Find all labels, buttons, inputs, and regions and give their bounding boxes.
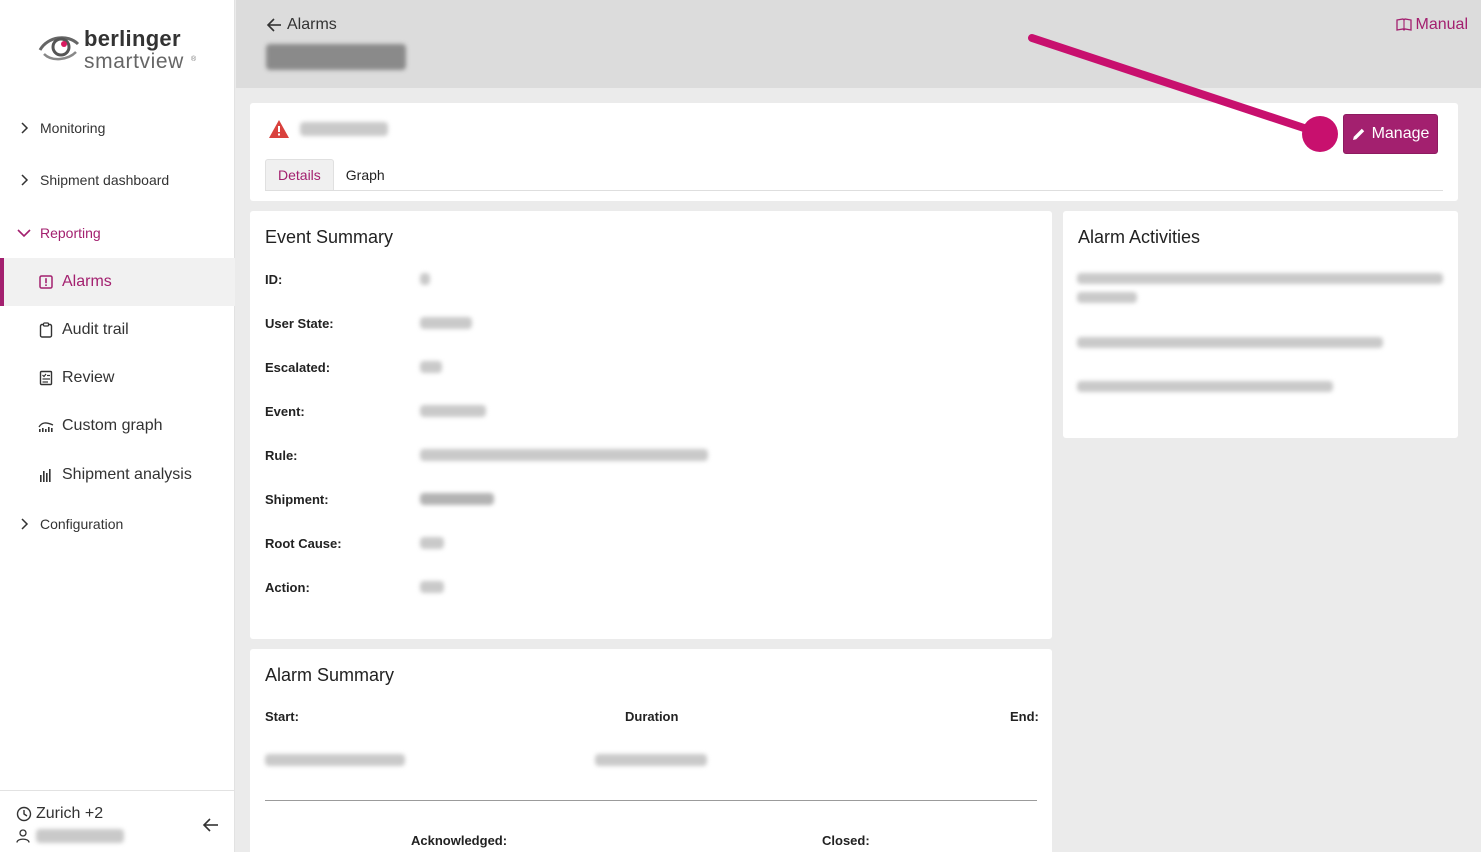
alarm-status-row bbox=[268, 119, 388, 139]
sidebar-item-label: Shipment analysis bbox=[62, 466, 192, 483]
brand-name-bottom: smartview bbox=[84, 50, 184, 73]
sidebar-item-custom-graph[interactable]: Custom graph bbox=[0, 402, 235, 450]
tab-details[interactable]: Details bbox=[265, 159, 334, 190]
activity-line-redacted bbox=[1077, 381, 1333, 392]
chevron-right-icon bbox=[17, 121, 31, 135]
sidebar-item-label: Audit trail bbox=[62, 321, 129, 338]
manage-button-label: Manage bbox=[1371, 125, 1430, 142]
arrow-left-icon bbox=[266, 18, 281, 32]
event-summary-title: Event Summary bbox=[265, 227, 394, 247]
review-checklist-icon bbox=[38, 370, 54, 386]
manual-link[interactable]: Manual bbox=[1395, 16, 1468, 34]
pencil-icon bbox=[1352, 128, 1364, 140]
back-to-alarms-link[interactable]: Alarms bbox=[266, 16, 337, 34]
duration-value-redacted bbox=[595, 754, 707, 766]
id-value-redacted bbox=[420, 273, 430, 285]
rule-label: Rule: bbox=[265, 448, 298, 463]
rule-value-redacted bbox=[420, 449, 708, 461]
back-link-label: Alarms bbox=[287, 16, 337, 33]
alarm-summary-card: Alarm Summary Start: Duration End: Ackno… bbox=[250, 649, 1052, 852]
activity-line-redacted bbox=[1077, 292, 1137, 303]
clipboard-icon bbox=[38, 322, 54, 338]
tab-graph[interactable]: Graph bbox=[334, 159, 397, 190]
closed-label: Closed: bbox=[822, 833, 870, 848]
user-menu[interactable] bbox=[16, 829, 124, 843]
nav-section-label: Shipment dashboard bbox=[40, 172, 170, 188]
chevron-right-icon bbox=[17, 517, 31, 531]
activity-line-redacted bbox=[1077, 337, 1383, 348]
action-value-redacted bbox=[420, 581, 444, 593]
chevron-right-icon bbox=[17, 173, 31, 187]
clock-icon bbox=[16, 806, 32, 822]
sidebar-item-alarms[interactable]: Alarms bbox=[0, 258, 235, 306]
sidebar-item-shipment-analysis[interactable]: Shipment analysis bbox=[0, 451, 235, 499]
start-value-redacted bbox=[265, 754, 405, 766]
start-label: Start: bbox=[265, 709, 299, 724]
id-label: ID: bbox=[265, 272, 283, 287]
manual-label: Manual bbox=[1415, 16, 1468, 33]
nav-section-shipment-dashboard[interactable]: Shipment dashboard bbox=[0, 165, 235, 195]
bar-chart-icon bbox=[38, 467, 54, 483]
page-title-redacted bbox=[266, 44, 406, 70]
collapse-sidebar-icon[interactable] bbox=[201, 815, 221, 835]
nav-section-monitoring[interactable]: Monitoring bbox=[0, 113, 235, 143]
brand-registered-mark: ® bbox=[191, 56, 197, 63]
alarm-activities-card: Alarm Activities bbox=[1063, 211, 1458, 438]
user-name-redacted bbox=[36, 829, 124, 843]
alarm-summary-divider bbox=[265, 800, 1037, 801]
alarm-overview-card: Manage Details Graph bbox=[250, 103, 1458, 201]
brand-name-top: berlinger bbox=[84, 26, 181, 51]
sidebar-item-review[interactable]: Review bbox=[0, 354, 235, 402]
sidebar-item-audit-trail[interactable]: Audit trail bbox=[0, 306, 235, 354]
nav-section-reporting[interactable]: Reporting bbox=[0, 218, 235, 248]
sidebar: berlinger smartview ® Monitoring Shipmen… bbox=[0, 0, 235, 852]
event-summary-card: Event Summary ID: User State: Escalated:… bbox=[250, 211, 1052, 639]
page-header: Alarms Manual bbox=[236, 0, 1481, 88]
nav-section-label: Monitoring bbox=[40, 120, 106, 136]
root-cause-value-redacted bbox=[420, 537, 444, 549]
sidebar-footer: Zurich +2 bbox=[0, 790, 235, 852]
duration-label: Duration bbox=[625, 709, 679, 724]
shipment-label: Shipment: bbox=[265, 492, 329, 507]
shipment-value-redacted bbox=[420, 493, 494, 505]
escalated-label: Escalated: bbox=[265, 360, 331, 375]
root-cause-label: Root Cause: bbox=[265, 536, 342, 551]
user-state-value-redacted bbox=[420, 317, 472, 329]
user-state-label: User State: bbox=[265, 316, 334, 331]
nav-section-configuration[interactable]: Configuration bbox=[0, 509, 235, 539]
nav-section-label: Reporting bbox=[40, 225, 101, 241]
sidebar-item-label: Alarms bbox=[62, 273, 112, 290]
activity-line-redacted bbox=[1077, 273, 1443, 284]
user-icon bbox=[16, 829, 30, 843]
book-icon bbox=[1395, 18, 1412, 31]
detail-tabs: Details Graph bbox=[265, 159, 1443, 191]
alarm-icon bbox=[38, 274, 54, 290]
acknowledged-label: Acknowledged: bbox=[411, 833, 508, 848]
escalated-value-redacted bbox=[420, 361, 442, 373]
timezone-selector[interactable]: Zurich +2 bbox=[16, 805, 103, 823]
event-label: Event: bbox=[265, 404, 305, 419]
event-value-redacted bbox=[420, 405, 486, 417]
sidebar-item-label: Custom graph bbox=[62, 417, 163, 434]
nav-section-label: Configuration bbox=[40, 516, 124, 532]
eye-logo-icon bbox=[38, 36, 80, 61]
alarm-activities-title: Alarm Activities bbox=[1078, 227, 1201, 247]
alarm-status-redacted bbox=[300, 122, 388, 136]
timezone-label: Zurich +2 bbox=[36, 805, 104, 822]
action-label: Action: bbox=[265, 580, 310, 595]
manage-button[interactable]: Manage bbox=[1343, 114, 1438, 154]
custom-graph-icon bbox=[38, 418, 54, 434]
berlinger-logo[interactable]: berlinger smartview ® bbox=[38, 26, 208, 76]
chevron-down-icon bbox=[17, 226, 31, 240]
sidebar-item-label: Review bbox=[62, 369, 115, 386]
warning-icon bbox=[269, 120, 289, 138]
alarm-summary-title: Alarm Summary bbox=[265, 665, 395, 685]
end-label: End: bbox=[1010, 709, 1039, 724]
